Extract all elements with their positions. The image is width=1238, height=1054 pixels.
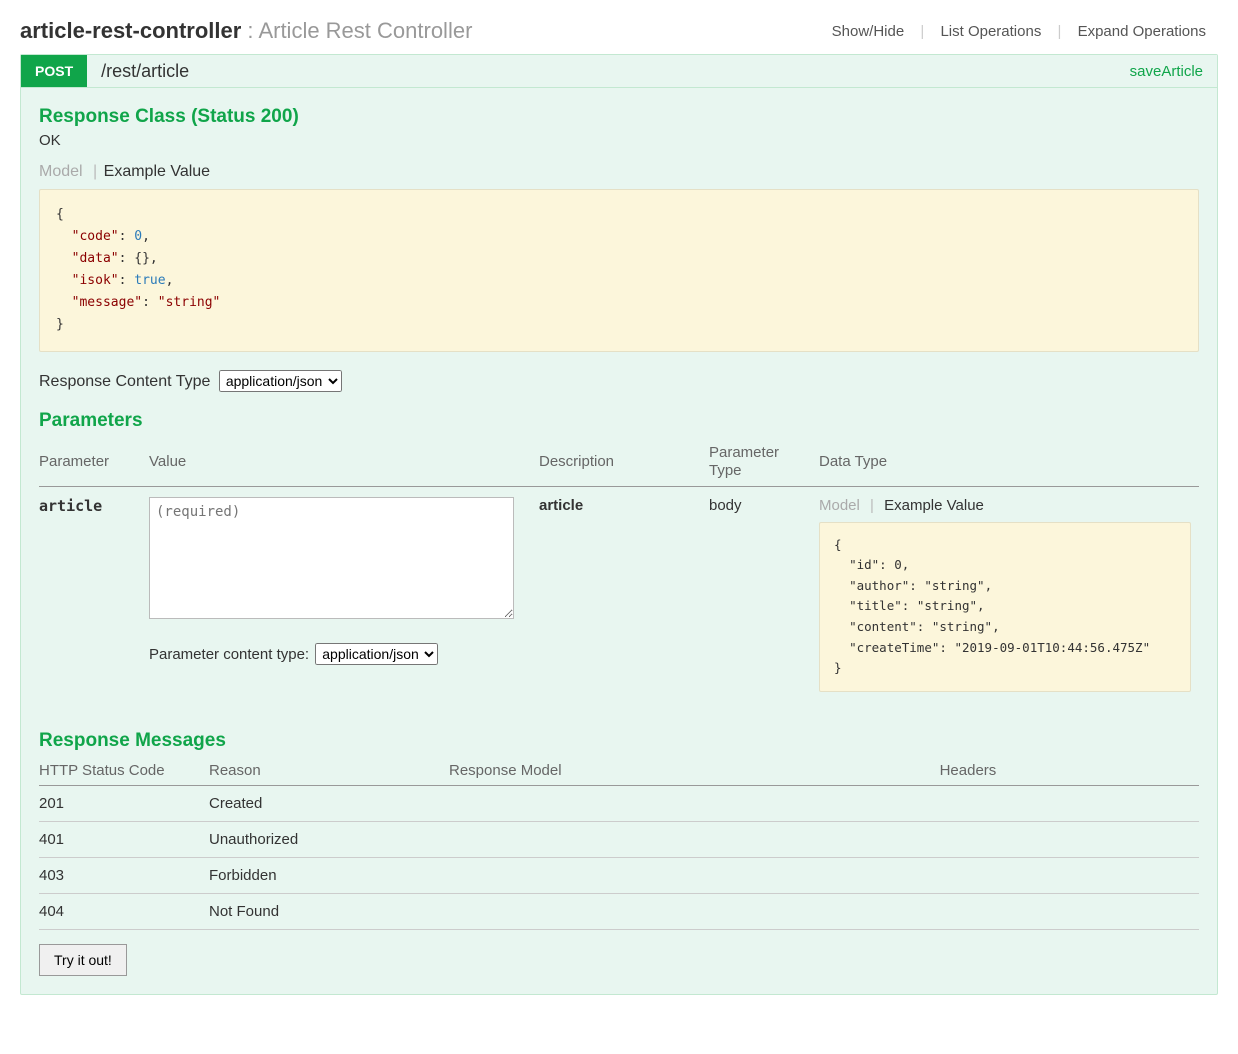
response-message-row: 201Created: [39, 785, 1199, 821]
response-class-title: Response Class (Status 200): [39, 106, 1199, 128]
param-header-type: ParameterType: [709, 438, 819, 487]
msg-model: [449, 821, 940, 857]
parameters-table: Parameter Value Description ParameterTyp…: [39, 438, 1199, 702]
msg-code: 403: [39, 857, 209, 893]
response-content-type-row: Response Content Type application/json: [39, 370, 1199, 392]
controller-desc: Article Rest Controller: [258, 18, 472, 43]
msg-model: [449, 893, 940, 929]
datatype-example-json[interactable]: { "id": 0, "author": "string", "title": …: [819, 522, 1191, 692]
response-content-type-label: Response Content Type: [39, 373, 210, 390]
msg-reason: Not Found: [209, 893, 449, 929]
response-content-type-select[interactable]: application/json: [219, 370, 342, 392]
response-message-row: 403Forbidden: [39, 857, 1199, 893]
controller-name: article-rest-controller: [20, 18, 241, 43]
operation-header[interactable]: POST /rest/article saveArticle: [21, 55, 1217, 88]
datatype-tab-model[interactable]: Model: [819, 497, 860, 514]
list-operations-link[interactable]: List Operations: [928, 23, 1053, 40]
datatype-tabs: Model | Example Value: [819, 497, 1191, 514]
msg-model: [449, 785, 940, 821]
param-description: article: [539, 486, 709, 702]
param-type: body: [709, 486, 819, 702]
msg-header-code: HTTP Status Code: [39, 756, 209, 786]
msg-headers: [940, 821, 1199, 857]
response-messages-table: HTTP Status Code Reason Response Model H…: [39, 756, 1199, 930]
msg-headers: [940, 893, 1199, 929]
msg-code: 201: [39, 785, 209, 821]
parameters-title: Parameters: [39, 410, 1199, 432]
param-content-type-label: Parameter content type:: [149, 646, 309, 663]
param-header-datatype: Data Type: [819, 438, 1199, 487]
endpoint-path[interactable]: /rest/article: [87, 61, 1130, 82]
datatype-tab-example[interactable]: Example Value: [884, 497, 984, 514]
response-message-row: 404Not Found: [39, 893, 1199, 929]
response-messages-title: Response Messages: [39, 730, 1199, 752]
param-header-value: Value: [149, 438, 539, 487]
link-divider: |: [920, 23, 924, 40]
link-divider: |: [1058, 23, 1062, 40]
param-header-parameter: Parameter: [39, 438, 149, 487]
expand-operations-link[interactable]: Expand Operations: [1066, 23, 1218, 40]
msg-headers: [940, 857, 1199, 893]
response-message-row: 401Unauthorized: [39, 821, 1199, 857]
msg-header-model: Response Model: [449, 756, 940, 786]
response-tabs: Model | Example Value: [39, 163, 1199, 181]
operation-body: Response Class (Status 200) OK Model | E…: [21, 88, 1217, 994]
controller-title[interactable]: article-rest-controller : Article Rest C…: [20, 18, 472, 44]
show-hide-link[interactable]: Show/Hide: [820, 23, 917, 40]
param-value-input[interactable]: [149, 497, 514, 619]
param-content-type-select[interactable]: application/json: [315, 643, 438, 665]
msg-headers: [940, 785, 1199, 821]
param-header-description: Description: [539, 438, 709, 487]
response-status-text: OK: [39, 132, 1199, 149]
tab-model[interactable]: Model: [39, 163, 83, 180]
msg-reason: Unauthorized: [209, 821, 449, 857]
param-content-type-row: Parameter content type: application/json: [149, 643, 531, 665]
msg-reason: Forbidden: [209, 857, 449, 893]
controller-header: article-rest-controller : Article Rest C…: [20, 10, 1218, 54]
param-name: article: [39, 486, 149, 702]
operation-panel: POST /rest/article saveArticle Response …: [20, 54, 1218, 995]
try-it-out-button[interactable]: Try it out!: [39, 944, 127, 976]
msg-header-reason: Reason: [209, 756, 449, 786]
response-example-json[interactable]: { "code": 0, "data": {}, "isok": true, "…: [39, 189, 1199, 352]
msg-model: [449, 857, 940, 893]
msg-reason: Created: [209, 785, 449, 821]
controller-links: Show/Hide | List Operations | Expand Ope…: [820, 23, 1218, 40]
http-method-badge: POST: [21, 55, 87, 87]
msg-code: 404: [39, 893, 209, 929]
operation-name[interactable]: saveArticle: [1130, 63, 1217, 80]
parameter-row: article Parameter content type: applicat…: [39, 486, 1199, 702]
tab-example-value[interactable]: Example Value: [104, 163, 210, 180]
msg-header-headers: Headers: [940, 756, 1199, 786]
msg-code: 401: [39, 821, 209, 857]
